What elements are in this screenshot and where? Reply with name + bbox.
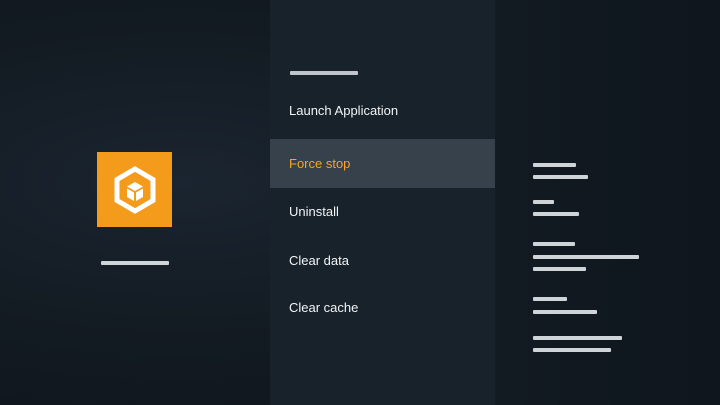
detail-placeholder-bar [533,212,579,216]
app-name-placeholder-bar [101,261,169,265]
detail-placeholder-bar [533,310,597,314]
detail-placeholder-bar [533,297,567,301]
detail-placeholder-bar [533,267,586,271]
menu-item-label: Clear data [289,253,349,268]
menu-item-uninstall[interactable]: Uninstall [270,187,495,236]
menu-header-placeholder-bar [290,71,358,75]
detail-placeholder-bar [533,336,622,340]
detail-placeholder-bar [533,242,575,246]
detail-placeholder-bar [533,348,611,352]
app-info-panel [0,0,270,405]
menu-item-label: Clear cache [289,300,359,315]
app-management-screen: Launch Application Force stop Uninstall … [0,0,720,405]
menu-item-label: Force stop [289,156,351,171]
menu-item-launch-application[interactable]: Launch Application [270,86,495,135]
menu-item-label: Launch Application [289,103,399,118]
actions-menu: Launch Application Force stop Uninstall … [270,0,495,405]
menu-item-clear-cache[interactable]: Clear cache [270,283,495,332]
detail-placeholder-bar [533,255,639,259]
menu-item-clear-data[interactable]: Clear data [270,236,495,285]
detail-placeholder-bar [533,163,576,167]
detail-placeholder-bar [533,200,554,204]
menu-item-force-stop[interactable]: Force stop [270,139,495,188]
menu-item-label: Uninstall [289,204,339,219]
details-panel [495,0,720,405]
detail-placeholder-bar [533,175,588,179]
app-icon [97,152,172,227]
cube-in-hexagon-icon [114,165,155,214]
